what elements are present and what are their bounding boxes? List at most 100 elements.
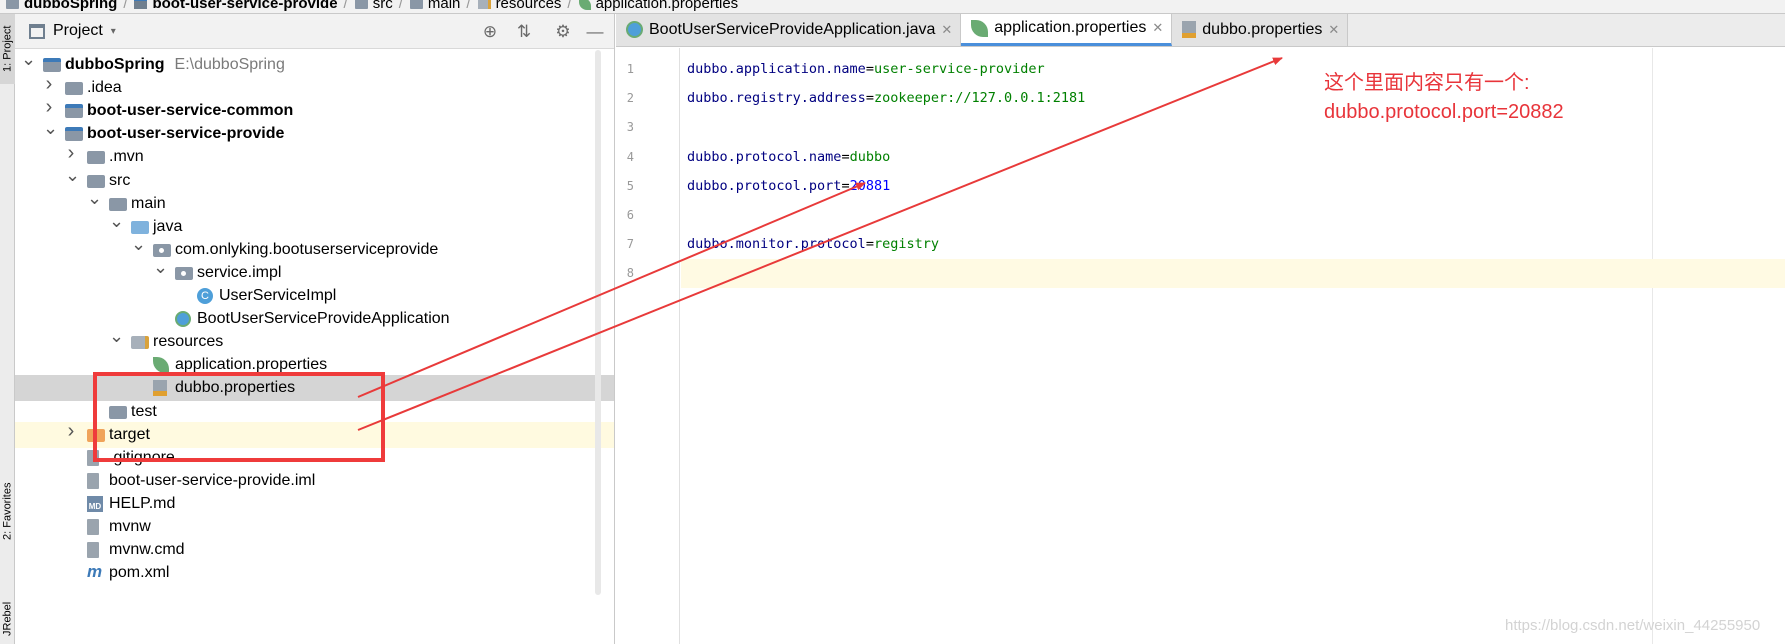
code-line[interactable] <box>681 259 1785 289</box>
breadcrumb-item[interactable]: resources <box>472 0 567 13</box>
editor-tab[interactable]: BootUserServiceProvideApplication.java ✕ <box>616 13 962 46</box>
tree-node-label: boot-user-service-common <box>87 102 294 120</box>
code-line[interactable]: dubbo.registry.address=zookeeper://127.0… <box>681 84 1785 113</box>
module-icon <box>65 104 83 119</box>
annotation-note-line2: dubbo.protocol.port=20882 <box>1324 101 1564 123</box>
folder-icon <box>354 0 368 9</box>
hide-panel-icon[interactable]: — <box>585 22 605 42</box>
tree-node-label: application.properties <box>175 356 328 374</box>
text-file-icon <box>87 472 99 489</box>
property-key: dubbo.protocol.name <box>687 148 842 165</box>
property-key: dubbo.registry.address <box>687 90 866 107</box>
locate-file-icon[interactable]: ⊕ <box>480 22 500 42</box>
close-icon[interactable]: ✕ <box>1152 20 1163 36</box>
property-key: dubbo.protocol.port <box>687 177 842 194</box>
tree-node[interactable]: ⌄ java <box>15 212 614 240</box>
chevron-down-icon[interactable]: ▾ <box>111 26 116 37</box>
property-value: zookeeper://127.0.0.1:2181 <box>873 90 1086 107</box>
breadcrumb-item[interactable]: boot-user-service-provide <box>128 0 342 13</box>
breadcrumb-item[interactable]: application.properties <box>573 0 744 13</box>
project-tool-button[interactable]: 1: Project <box>0 14 15 84</box>
chevron-down-icon[interactable]: ⌄ <box>21 50 36 68</box>
project-view-selector[interactable]: Project <box>53 22 103 40</box>
chevron-right-icon[interactable]: › <box>65 143 77 163</box>
chevron-down-icon[interactable]: ⌄ <box>43 119 58 137</box>
tree-node-path-hint: E:\dubboSpring <box>174 56 285 73</box>
chevron-right-icon[interactable]: › <box>65 421 77 441</box>
code-editor[interactable]: dubbo.application.name=user-service-prov… <box>681 48 1785 644</box>
code-line[interactable]: dubbo.protocol.name=dubbo <box>681 143 1785 172</box>
code-line[interactable] <box>681 201 1785 230</box>
tree-node-label: resources <box>153 333 224 351</box>
tool-window-strip: 1: Project 2: Favorites JRebel <box>0 14 15 644</box>
tree-node[interactable]: ⌄ main <box>15 189 614 217</box>
line-number: 6 <box>626 208 634 222</box>
tree-node[interactable]: m pom.xml <box>15 560 614 586</box>
properties-file-icon <box>1182 21 1197 38</box>
folder-icon <box>6 0 19 9</box>
tree-node[interactable]: › .idea <box>15 74 614 101</box>
folder-icon <box>87 174 105 188</box>
spring-leaf-icon <box>971 19 989 37</box>
tree-node[interactable]: ⌄ com.onlyking.bootuserserviceprovide <box>15 235 614 263</box>
editor-tab-label: application.properties <box>994 19 1147 36</box>
breadcrumb-item[interactable]: src <box>349 0 398 13</box>
editor-area: BootUserServiceProvideApplication.java ✕ a… <box>616 13 1785 644</box>
code-line[interactable] <box>681 113 1785 142</box>
tree-node-label: UserServiceImpl <box>219 287 337 304</box>
breadcrumb-item[interactable]: dubboSpring <box>0 0 122 13</box>
project-tool-window: Project ▾ ⊕ ⇅ ⚙ — ⌄ dubboSpring E:\dubboSp… <box>15 14 615 644</box>
tree-node[interactable]: boot-user-service-provide.iml <box>15 468 614 494</box>
module-icon <box>134 0 148 9</box>
tree-node[interactable]: › .mvn <box>15 143 614 170</box>
property-key: dubbo.application.name <box>687 61 866 77</box>
chevron-down-icon[interactable]: ⌄ <box>65 166 80 184</box>
chevron-down-icon[interactable]: ⌄ <box>109 212 124 230</box>
editor-tab-label: dubbo.properties <box>1202 20 1323 38</box>
chevron-right-icon[interactable]: › <box>43 74 55 94</box>
chevron-down-icon[interactable]: ⌄ <box>131 235 146 253</box>
editor-tab[interactable]: application.properties ✕ <box>961 13 1173 46</box>
project-panel-header: Project ▾ ⊕ ⇅ ⚙ — <box>15 14 614 49</box>
breadcrumb-label: application.properties <box>595 0 739 12</box>
folder-icon <box>87 151 105 165</box>
line-number: 5 <box>626 178 634 193</box>
tree-node-label: .idea <box>87 79 122 97</box>
close-icon[interactable]: ✕ <box>941 22 952 38</box>
close-icon[interactable]: ✕ <box>1328 22 1339 38</box>
spring-leaf-icon <box>153 357 169 374</box>
tree-node[interactable]: ⌄ boot-user-service-provide <box>15 119 614 147</box>
property-separator: = <box>865 61 874 77</box>
folder-icon <box>109 197 127 211</box>
tree-node-label: .mvn <box>109 148 144 166</box>
favorites-tool-button[interactable]: 2: Favorites <box>0 466 15 556</box>
code-line[interactable]: dubbo.application.name=user-service-prov… <box>681 55 1785 84</box>
tree-node[interactable]: ⌄ service.impl <box>15 258 614 286</box>
code-line[interactable]: dubbo.protocol.port=20881 <box>681 172 1785 201</box>
watermark: https://blog.csdn.net/weixin_44255950 <box>1505 617 1761 634</box>
breadcrumb-item[interactable]: main <box>404 0 466 13</box>
tree-node-label: pom.xml <box>109 564 170 582</box>
resources-folder-icon <box>477 0 491 9</box>
tree-node[interactable]: mvnw.cmd <box>15 537 614 563</box>
jrebel-tool-button[interactable]: JRebel <box>0 594 15 644</box>
collapse-all-icon[interactable]: ⇅ <box>514 22 534 42</box>
editor-tab[interactable]: dubbo.properties ✕ <box>1172 13 1349 46</box>
tree-node[interactable]: › boot-user-service-common <box>15 97 614 124</box>
chevron-down-icon[interactable]: ⌄ <box>87 189 102 207</box>
tree-node[interactable]: MD HELP.md <box>15 491 614 517</box>
gear-icon[interactable]: ⚙ <box>553 22 573 42</box>
project-scrollbar[interactable] <box>595 50 601 595</box>
code-line[interactable]: dubbo.monitor.protocol=registry <box>681 230 1785 259</box>
tree-node[interactable]: ⌄ resources <box>15 327 614 355</box>
tree-node[interactable]: C UserServiceImpl <box>15 283 614 309</box>
highlight-box <box>93 372 385 462</box>
chevron-down-icon[interactable]: ⌄ <box>153 258 168 276</box>
tree-node[interactable]: ⌄ src <box>15 166 614 194</box>
chevron-right-icon[interactable]: › <box>43 97 55 117</box>
spring-class-icon <box>626 21 643 38</box>
tree-node[interactable]: ⌄ dubboSpring E:\dubboSpring <box>15 50 614 78</box>
tree-node[interactable]: mvnw <box>15 514 614 540</box>
tree-node[interactable]: BootUserServiceProvideApplication <box>15 306 614 332</box>
chevron-down-icon[interactable]: ⌄ <box>109 327 124 345</box>
